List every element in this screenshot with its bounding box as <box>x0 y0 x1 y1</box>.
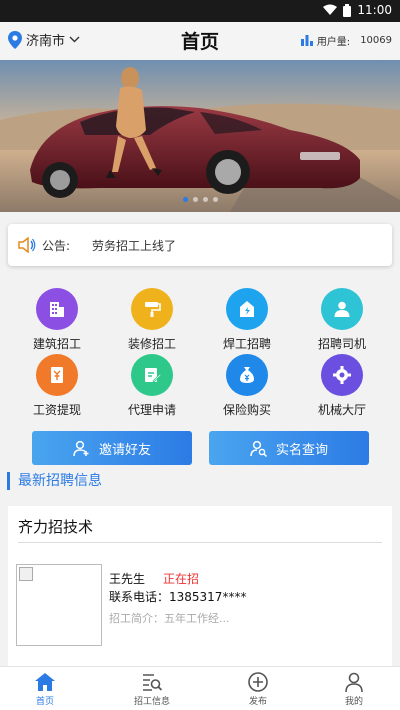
service-machinery[interactable]: 机械大厅 <box>302 354 382 418</box>
service-insurance[interactable]: 保险购买 <box>207 354 287 418</box>
real-name-query-label: 实名查询 <box>275 442 328 458</box>
service-welding[interactable]: 焊工招聘 <box>207 288 287 352</box>
add-user-icon <box>73 440 89 457</box>
section-title-latest-jobs: 最新招聘信息 <box>7 472 102 490</box>
service-decoration[interactable]: 装修招工 <box>112 288 192 352</box>
banner-carousel[interactable] <box>0 60 400 212</box>
city-selector[interactable]: 济南市 <box>8 30 80 49</box>
status-time: 11:00 <box>357 3 392 17</box>
invite-friends-button[interactable]: 邀请好友 <box>32 431 192 465</box>
service-driver[interactable]: 招聘司机 <box>302 288 382 352</box>
service-label: 建筑招工 <box>32 337 81 351</box>
job-intro: 招工简介：五年工作经... <box>109 612 230 625</box>
status-bar: 11:00 <box>0 0 400 22</box>
tab-home[interactable]: 首页 <box>5 671 85 707</box>
battery-icon <box>343 3 352 17</box>
driver-icon <box>321 288 363 330</box>
real-name-query-button[interactable]: 实名查询 <box>209 431 369 465</box>
announcement-bar[interactable]: 公告: 劳务招工上线了 <box>8 224 392 266</box>
tab-label: 发布 <box>248 697 267 707</box>
user-count: 用户量: 10069 <box>300 33 392 48</box>
carousel-indicators <box>0 197 400 202</box>
carousel-dot[interactable] <box>212 197 218 202</box>
tab-label: 我的 <box>344 697 363 707</box>
home-icon <box>35 673 55 691</box>
service-agent-apply[interactable]: 代理申请 <box>112 354 192 418</box>
location-pin-icon <box>8 30 22 49</box>
users-count: 10069 <box>360 35 392 46</box>
chevron-down-icon <box>69 36 80 43</box>
tab-publish[interactable]: 发布 <box>218 671 298 707</box>
invite-friends-label: 邀请好友 <box>98 442 151 458</box>
gear-icon <box>321 354 363 396</box>
bottom-tab-bar: 首页 招工信息 发布 我的 <box>0 666 400 710</box>
job-image <box>16 564 102 646</box>
service-label: 代理申请 <box>127 403 176 417</box>
announcement-text: 劳务招工上线了 <box>92 238 177 253</box>
user-icon <box>345 672 363 693</box>
money-bag-icon <box>226 354 268 396</box>
announcement-label: 公告: <box>42 238 71 253</box>
wifi-icon <box>323 4 338 15</box>
contact-name: 王先生 <box>109 572 146 586</box>
welding-icon <box>226 288 268 330</box>
users-label: 用户量: <box>316 37 351 48</box>
apply-icon <box>131 354 173 396</box>
service-label: 焊工招聘 <box>222 337 271 351</box>
carousel-dot[interactable] <box>192 197 198 202</box>
status-badge: 正在招 <box>163 572 200 586</box>
tab-label: 招工信息 <box>133 697 170 707</box>
broken-image-icon <box>19 567 33 581</box>
service-label: 保险购买 <box>222 403 271 417</box>
tab-job-info[interactable]: 招工信息 <box>112 671 192 707</box>
company-name: 齐力招技术 <box>18 518 94 536</box>
contact-row: 王先生 正在招 <box>109 570 199 587</box>
service-withdraw[interactable]: 工资提现 <box>17 354 97 418</box>
tab-label: 首页 <box>35 697 54 707</box>
paint-roller-icon <box>131 288 173 330</box>
contact-phone: 联系电话：1385317**** <box>109 590 247 604</box>
banner-image <box>0 60 400 212</box>
job-card[interactable]: 齐力招技术 王先生 正在招 联系电话：1385317**** 招工简介：五年工作经… <box>8 506 392 666</box>
tab-mine[interactable]: 我的 <box>314 671 394 707</box>
service-label: 工资提现 <box>32 403 81 417</box>
list-search-icon <box>143 674 163 691</box>
user-search-icon <box>250 440 268 457</box>
bar-chart-icon <box>300 35 313 46</box>
carousel-dot[interactable] <box>202 197 208 202</box>
carousel-dot[interactable] <box>182 197 188 202</box>
service-label: 装修招工 <box>127 337 176 351</box>
withdraw-icon <box>36 354 78 396</box>
building-icon <box>36 288 78 330</box>
divider <box>18 542 382 543</box>
service-label: 机械大厅 <box>317 403 366 417</box>
plus-circle-icon <box>248 672 268 692</box>
header: 济南市 首页 用户量: 10069 <box>0 22 400 60</box>
service-label: 招聘司机 <box>317 337 366 351</box>
service-construction[interactable]: 建筑招工 <box>17 288 97 352</box>
city-label: 济南市 <box>26 34 66 49</box>
speaker-icon <box>18 237 36 253</box>
